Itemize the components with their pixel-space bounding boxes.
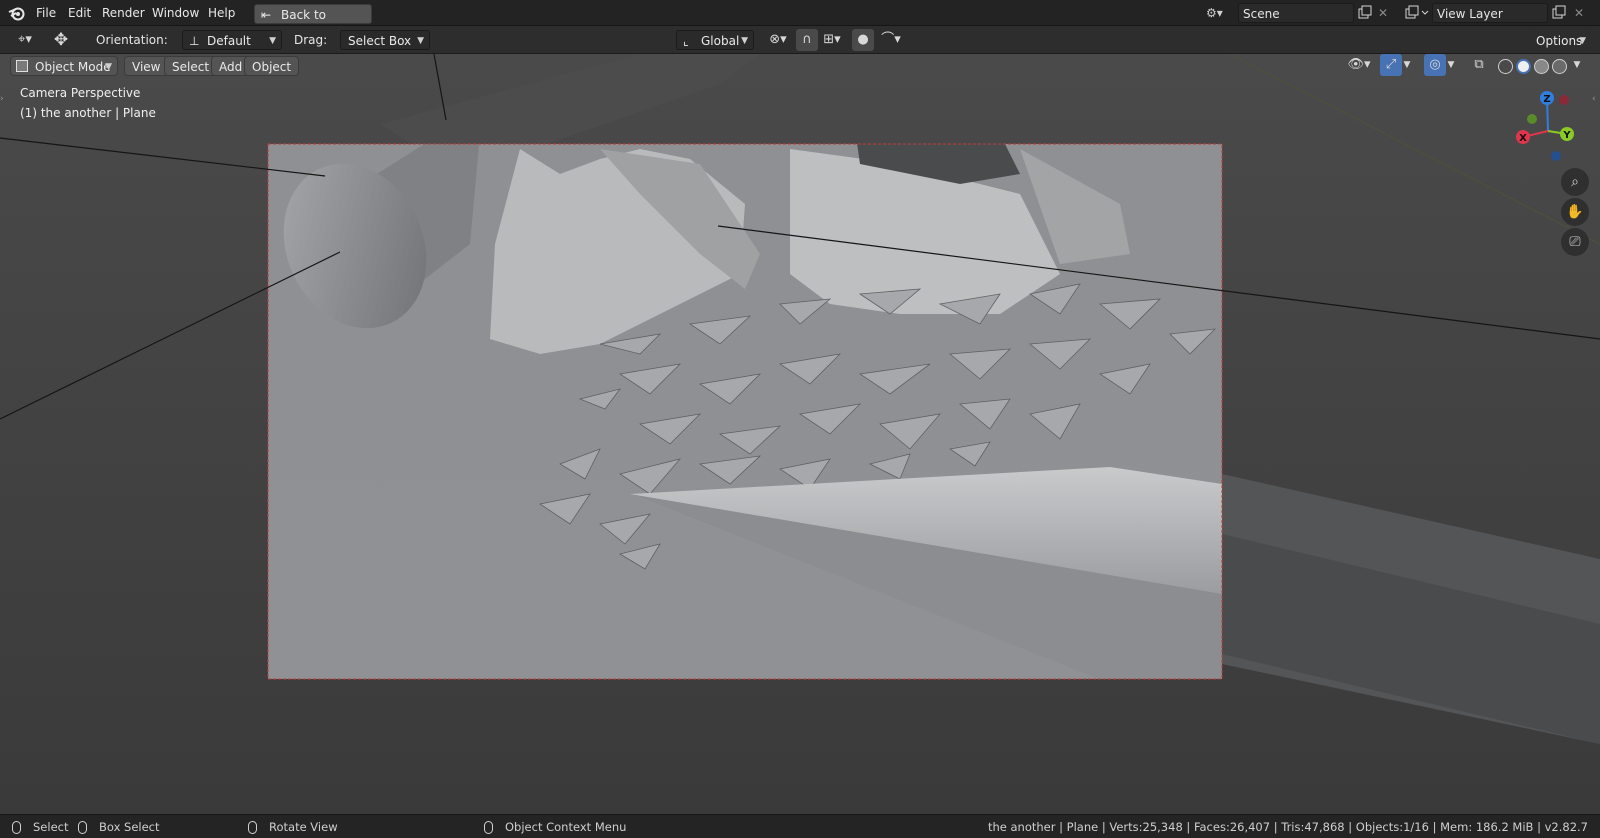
- orientation-axes-icon: ⊥: [189, 34, 200, 48]
- delete-scene-icon[interactable]: ✕: [1378, 3, 1392, 23]
- chevron-down-icon: ▼: [105, 62, 112, 72]
- pivot-point-icon[interactable]: ⊗▾: [764, 29, 792, 51]
- select-tool-icon[interactable]: ⌖▾: [10, 29, 40, 51]
- status-hint-select: Select: [12, 819, 68, 835]
- solid-shading-icon[interactable]: [1516, 59, 1531, 74]
- new-view-layer-icon[interactable]: [1550, 4, 1568, 22]
- gizmo-toggle-icon[interactable]: ⤢: [1380, 54, 1402, 76]
- snap-toggle-icon[interactable]: ∩: [796, 29, 818, 51]
- delete-view-layer-icon[interactable]: ✕: [1574, 3, 1588, 23]
- status-bar: Select Box Select Rotate View Object Con…: [0, 814, 1600, 838]
- mouse-left-icon: [12, 821, 21, 834]
- blender-logo-icon[interactable]: [8, 4, 26, 22]
- scene-name: Scene: [1243, 7, 1280, 21]
- orientation-label: Orientation:: [96, 33, 168, 47]
- mouse-middle-icon: [248, 821, 257, 834]
- hint-label: Select: [33, 820, 69, 834]
- status-hint-box-select: Box Select: [78, 819, 160, 835]
- menu-edit[interactable]: Edit: [62, 4, 97, 22]
- pan-hand-icon[interactable]: ✋: [1561, 198, 1589, 226]
- back-to-previous-button[interactable]: ⇤ Back to Previous: [254, 4, 372, 42]
- mouse-left-drag-icon: [78, 821, 87, 834]
- view-layer-name-field[interactable]: View Layer: [1432, 3, 1548, 23]
- viewport-menu-select[interactable]: Select: [164, 56, 218, 76]
- hint-label: Object Context Menu: [505, 820, 627, 834]
- gizmo-y-label: Y: [1562, 130, 1571, 141]
- view-layer-icon[interactable]: [1404, 4, 1432, 22]
- chevron-down-icon: ▼: [269, 36, 276, 46]
- hint-label: Box Select: [99, 820, 160, 834]
- gizmo-z-label: Z: [1543, 94, 1550, 105]
- scene-statistics: the another | Plane | Verts:25,348 | Fac…: [987, 820, 1588, 834]
- chevron-down-icon[interactable]: ▼: [1444, 54, 1458, 76]
- active-object-info: (1) the another | Plane: [20, 106, 156, 120]
- menu-window[interactable]: Window: [146, 4, 205, 22]
- tool-settings-bar: ⌖▾ ✥ Orientation: ⊥ Default ▼ Drag: Sele…: [0, 26, 1600, 54]
- overlays-toggle-icon[interactable]: ◎: [1424, 54, 1446, 76]
- scene-name-field[interactable]: Scene: [1238, 3, 1354, 23]
- viewport-menu-object[interactable]: Object: [244, 56, 300, 76]
- object-mode-icon: [16, 60, 28, 72]
- options-label: Options: [1536, 34, 1583, 48]
- transform-orientation-dropdown[interactable]: ⌞ Global ▼: [676, 30, 754, 50]
- 3d-viewport[interactable]: Object Mode ▼ View Select Add Object 👁▾ …: [0, 54, 1600, 814]
- navigation-gizmo[interactable]: Z Y X: [1505, 84, 1595, 174]
- options-dropdown[interactable]: Options ▼: [1528, 30, 1592, 50]
- proportional-editing-icon[interactable]: ●: [852, 29, 874, 51]
- scene-render: [0, 54, 1600, 814]
- toolbar-expand-icon[interactable]: ›: [0, 92, 8, 106]
- object-mode-label: Object Mode: [35, 60, 111, 74]
- chevron-down-icon: ▼: [1579, 36, 1586, 46]
- material-preview-icon[interactable]: [1534, 59, 1549, 74]
- snap-element-icon[interactable]: ⊞▾: [818, 29, 846, 51]
- chevron-down-icon: ▼: [417, 36, 424, 46]
- chevron-down-icon[interactable]: ▼: [1400, 54, 1414, 76]
- camera-view-icon[interactable]: ⎚: [1561, 228, 1589, 256]
- viewport-menu-view[interactable]: View: [124, 56, 169, 76]
- transform-orientation-value: Global: [701, 34, 740, 48]
- status-hint-rotate-view: Rotate View: [248, 819, 338, 835]
- status-hint-context-menu: Object Context Menu: [484, 819, 626, 835]
- drag-dropdown[interactable]: Select Box ▼: [340, 30, 430, 50]
- transform-axes-icon: ⌞: [683, 34, 689, 48]
- menu-help[interactable]: Help: [202, 4, 241, 22]
- move-tool-icon[interactable]: ✥: [50, 29, 72, 51]
- menu-render[interactable]: Render: [96, 4, 151, 22]
- chevron-down-icon[interactable]: ▼: [1570, 54, 1584, 76]
- scene-type-icon[interactable]: ⚙▾: [1206, 4, 1236, 22]
- drag-label: Drag:: [294, 33, 328, 47]
- orientation-value: Default: [207, 34, 251, 48]
- view-name: Camera Perspective: [20, 86, 141, 100]
- chevron-down-icon: ▼: [741, 36, 748, 46]
- mouse-right-icon: [484, 821, 493, 834]
- zoom-icon[interactable]: ⌕: [1561, 168, 1589, 196]
- back-icon: ⇤: [261, 8, 272, 22]
- gizmo-x-label: X: [1519, 133, 1527, 144]
- top-bar: File Edit Render Window Help ⇤ Back to P…: [0, 0, 1600, 42]
- wireframe-shading-icon[interactable]: [1498, 59, 1513, 74]
- sidebar-expand-icon[interactable]: ‹: [1592, 92, 1600, 106]
- hint-label: Rotate View: [269, 820, 338, 834]
- orientation-dropdown[interactable]: ⊥ Default ▼: [182, 30, 282, 50]
- view-layer-name: View Layer: [1437, 7, 1503, 21]
- new-scene-icon[interactable]: [1356, 4, 1374, 22]
- object-mode-dropdown[interactable]: Object Mode ▼: [10, 56, 118, 76]
- drag-value: Select Box: [348, 34, 412, 48]
- menu-file[interactable]: File: [30, 4, 62, 22]
- xray-toggle-icon[interactable]: ⧉: [1468, 54, 1490, 76]
- rendered-shading-icon[interactable]: [1552, 59, 1567, 74]
- proportional-falloff-icon[interactable]: ⌒▾: [876, 29, 906, 51]
- visibility-icon[interactable]: 👁▾: [1344, 54, 1374, 76]
